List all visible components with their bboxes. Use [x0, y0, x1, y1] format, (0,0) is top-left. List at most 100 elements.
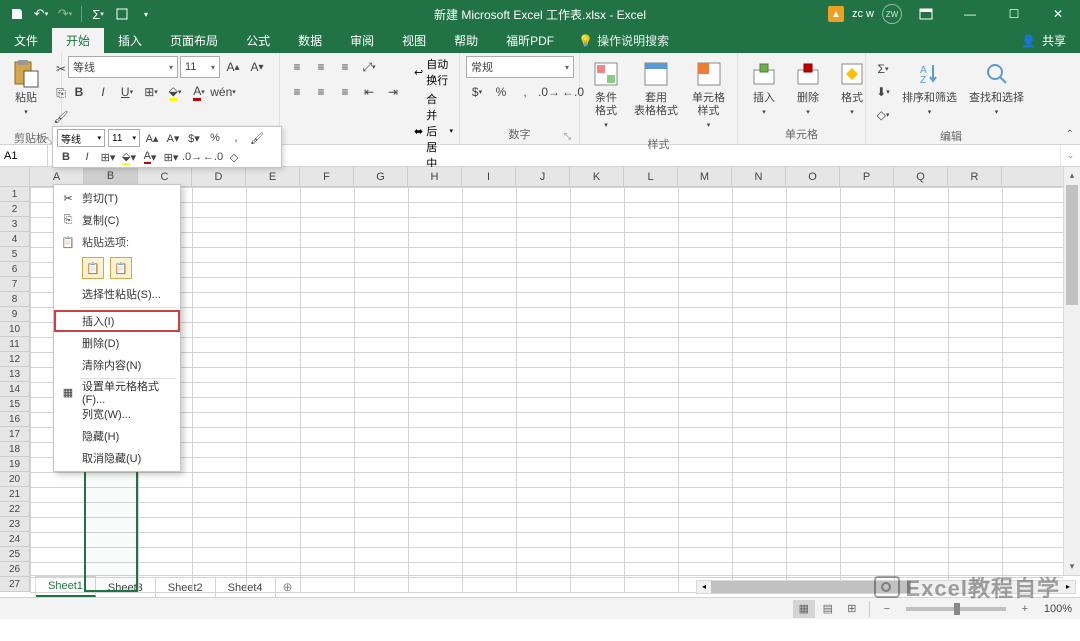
formula-bar-expand-icon[interactable]: ⌄: [1060, 145, 1080, 166]
context-insert[interactable]: 插入(I): [54, 310, 180, 332]
cell-styles-button[interactable]: 单元格样式▾: [686, 56, 731, 134]
align-bottom-icon[interactable]: ≡: [334, 56, 356, 78]
zoom-in-button[interactable]: +: [1014, 600, 1036, 618]
vertical-scrollbar[interactable]: ▴ ▾: [1063, 167, 1080, 575]
mini-decrease-font-icon[interactable]: A▾: [164, 129, 182, 147]
mini-format-painter-icon[interactable]: 🖌: [248, 129, 266, 147]
page-layout-view-icon[interactable]: ▤: [817, 600, 839, 618]
tab-data[interactable]: 数据: [284, 28, 336, 53]
tab-file[interactable]: 文件: [0, 28, 52, 53]
row-header-27[interactable]: 27: [0, 577, 29, 592]
row-header-25[interactable]: 25: [0, 547, 29, 562]
row-header-23[interactable]: 23: [0, 517, 29, 532]
column-header-F[interactable]: F: [300, 167, 354, 186]
wrap-text-button[interactable]: ↩自动换行: [414, 56, 453, 88]
mini-font-combo[interactable]: 等线▾: [57, 129, 105, 147]
context-hide[interactable]: 隐藏(H): [54, 425, 180, 447]
bold-button[interactable]: B: [68, 81, 90, 103]
paste-option-normal[interactable]: 📋: [82, 257, 104, 279]
row-header-6[interactable]: 6: [0, 262, 29, 277]
column-header-O[interactable]: O: [786, 167, 840, 186]
number-format-combo[interactable]: 常规▾: [466, 56, 574, 78]
percent-icon[interactable]: %: [490, 81, 512, 103]
paste-button[interactable]: 粘贴▾: [6, 56, 46, 120]
paste-option-values[interactable]: 📋: [110, 257, 132, 279]
format-table-button[interactable]: 套用 表格格式: [630, 56, 682, 120]
mini-percent-icon[interactable]: %: [206, 129, 224, 147]
column-header-D[interactable]: D: [192, 167, 246, 186]
orientation-icon[interactable]: ⤢▾: [358, 56, 380, 78]
row-header-2[interactable]: 2: [0, 202, 29, 217]
mini-comma-icon[interactable]: ,: [227, 129, 245, 147]
align-middle-icon[interactable]: ≡: [310, 56, 332, 78]
align-center-icon[interactable]: ≡: [310, 81, 332, 103]
row-header-3[interactable]: 3: [0, 217, 29, 232]
row-header-10[interactable]: 10: [0, 322, 29, 337]
column-header-N[interactable]: N: [732, 167, 786, 186]
decrease-indent-icon[interactable]: ⇤: [358, 81, 380, 103]
name-box[interactable]: A1: [0, 145, 48, 166]
horizontal-scrollbar[interactable]: ◂ ▸: [696, 580, 1076, 594]
redo-icon[interactable]: ↷▾: [54, 3, 76, 25]
mini-bold-icon[interactable]: B: [57, 148, 75, 166]
row-header-17[interactable]: 17: [0, 427, 29, 442]
warning-icon[interactable]: ▲: [828, 6, 844, 22]
page-break-view-icon[interactable]: ⊞: [841, 600, 863, 618]
zoom-out-button[interactable]: −: [876, 600, 898, 618]
increase-decimal-icon[interactable]: .0→: [538, 81, 560, 103]
column-header-H[interactable]: H: [408, 167, 462, 186]
border-icon[interactable]: ⊞▾: [140, 81, 162, 103]
font-color-icon[interactable]: A▾: [188, 81, 210, 103]
tab-home[interactable]: 开始: [52, 28, 104, 53]
column-header-J[interactable]: J: [516, 167, 570, 186]
row-header-24[interactable]: 24: [0, 532, 29, 547]
mini-border2-icon[interactable]: ⊞▾: [162, 148, 180, 166]
row-header-21[interactable]: 21: [0, 487, 29, 502]
qat-customize-icon[interactable]: ▾: [135, 3, 157, 25]
row-header-22[interactable]: 22: [0, 502, 29, 517]
select-all-corner[interactable]: [0, 167, 30, 187]
zoom-level[interactable]: 100%: [1044, 603, 1072, 615]
tab-review[interactable]: 审阅: [336, 28, 388, 53]
column-header-P[interactable]: P: [840, 167, 894, 186]
row-header-26[interactable]: 26: [0, 562, 29, 577]
maximize-button[interactable]: ☐: [994, 0, 1034, 28]
font-name-combo[interactable]: 等线▾: [68, 56, 178, 78]
row-header-11[interactable]: 11: [0, 337, 29, 352]
increase-indent-icon[interactable]: ⇥: [382, 81, 404, 103]
tab-formulas[interactable]: 公式: [232, 28, 284, 53]
normal-view-icon[interactable]: ▦: [793, 600, 815, 618]
underline-button[interactable]: U▾: [116, 81, 138, 103]
column-header-Q[interactable]: Q: [894, 167, 948, 186]
minimize-button[interactable]: —: [950, 0, 990, 28]
context-format-cells[interactable]: ▦设置单元格格式(F)...: [54, 381, 180, 403]
row-header-13[interactable]: 13: [0, 367, 29, 382]
column-header-I[interactable]: I: [462, 167, 516, 186]
context-cut[interactable]: ✂剪切(T): [54, 187, 180, 209]
cells-area[interactable]: [30, 187, 1063, 592]
row-header-18[interactable]: 18: [0, 442, 29, 457]
clear-button[interactable]: ◇▾: [872, 104, 894, 126]
fill-button[interactable]: ⬇▾: [872, 81, 894, 103]
column-header-M[interactable]: M: [678, 167, 732, 186]
delete-cells-button[interactable]: 删除▾: [788, 56, 828, 120]
align-left-icon[interactable]: ≡: [286, 81, 308, 103]
zoom-slider[interactable]: [906, 607, 1006, 611]
row-header-14[interactable]: 14: [0, 382, 29, 397]
row-header-7[interactable]: 7: [0, 277, 29, 292]
context-paste-special[interactable]: 选择性粘贴(S)...: [54, 283, 180, 305]
currency-icon[interactable]: $▾: [466, 81, 488, 103]
hscroll-thumb[interactable]: [711, 581, 911, 593]
row-header-1[interactable]: 1: [0, 187, 29, 202]
tab-view[interactable]: 视图: [388, 28, 440, 53]
sort-filter-button[interactable]: AZ 排序和筛选▾: [898, 56, 961, 120]
new-icon[interactable]: [111, 3, 133, 25]
mini-border-icon[interactable]: ⊞▾: [99, 148, 117, 166]
align-right-icon[interactable]: ≡: [334, 81, 356, 103]
row-header-19[interactable]: 19: [0, 457, 29, 472]
tab-insert[interactable]: 插入: [104, 28, 156, 53]
scroll-up-icon[interactable]: ▴: [1064, 167, 1080, 184]
scrollbar-thumb[interactable]: [1066, 185, 1078, 305]
insert-cells-button[interactable]: 插入▾: [744, 56, 784, 120]
column-header-E[interactable]: E: [246, 167, 300, 186]
